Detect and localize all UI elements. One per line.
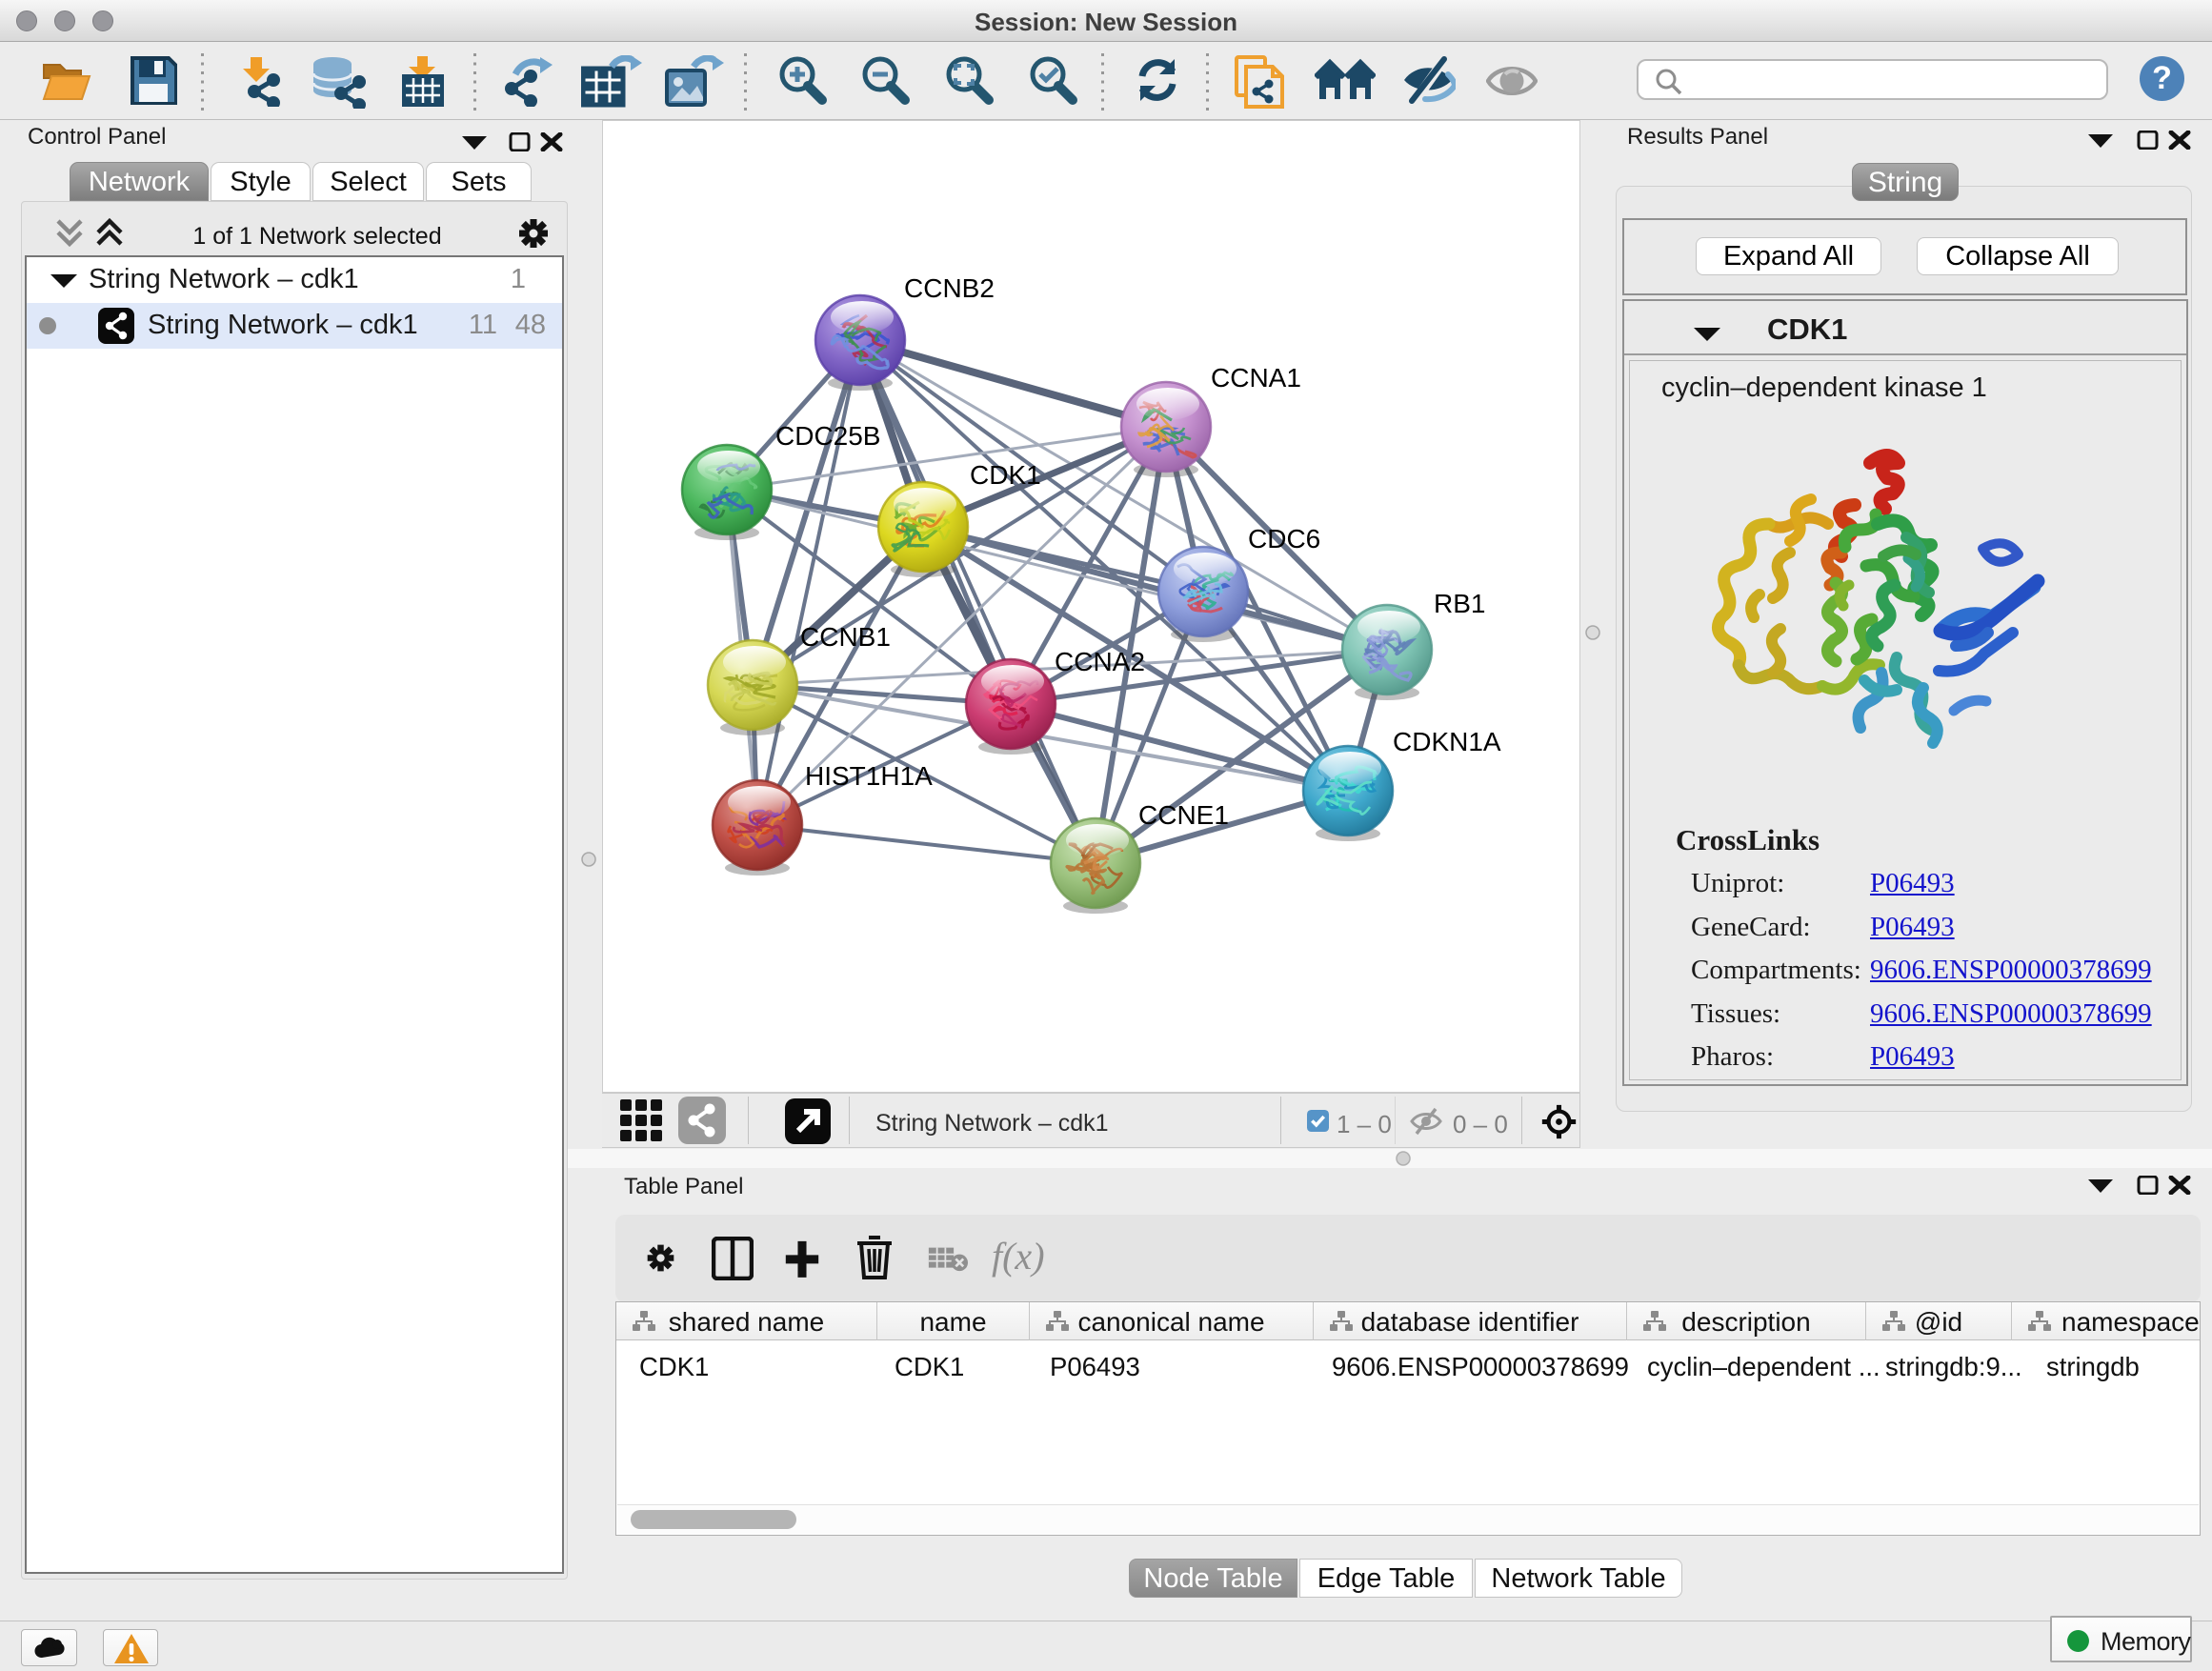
svg-text:CCNA2: CCNA2 <box>1055 647 1145 676</box>
svg-text:CDK1: CDK1 <box>970 460 1041 490</box>
svg-text:CCNB1: CCNB1 <box>800 622 891 652</box>
svg-text:CCNB2: CCNB2 <box>904 273 995 303</box>
svg-text:CDC25B: CDC25B <box>775 421 880 451</box>
svg-text:CCNA1: CCNA1 <box>1211 363 1301 393</box>
svg-text:RB1: RB1 <box>1434 589 1485 618</box>
svg-text:HIST1H1A: HIST1H1A <box>805 761 933 791</box>
svg-text:CDKN1A: CDKN1A <box>1393 727 1501 756</box>
svg-text:CCNE1: CCNE1 <box>1138 800 1229 830</box>
svg-text:CDC6: CDC6 <box>1248 524 1320 554</box>
